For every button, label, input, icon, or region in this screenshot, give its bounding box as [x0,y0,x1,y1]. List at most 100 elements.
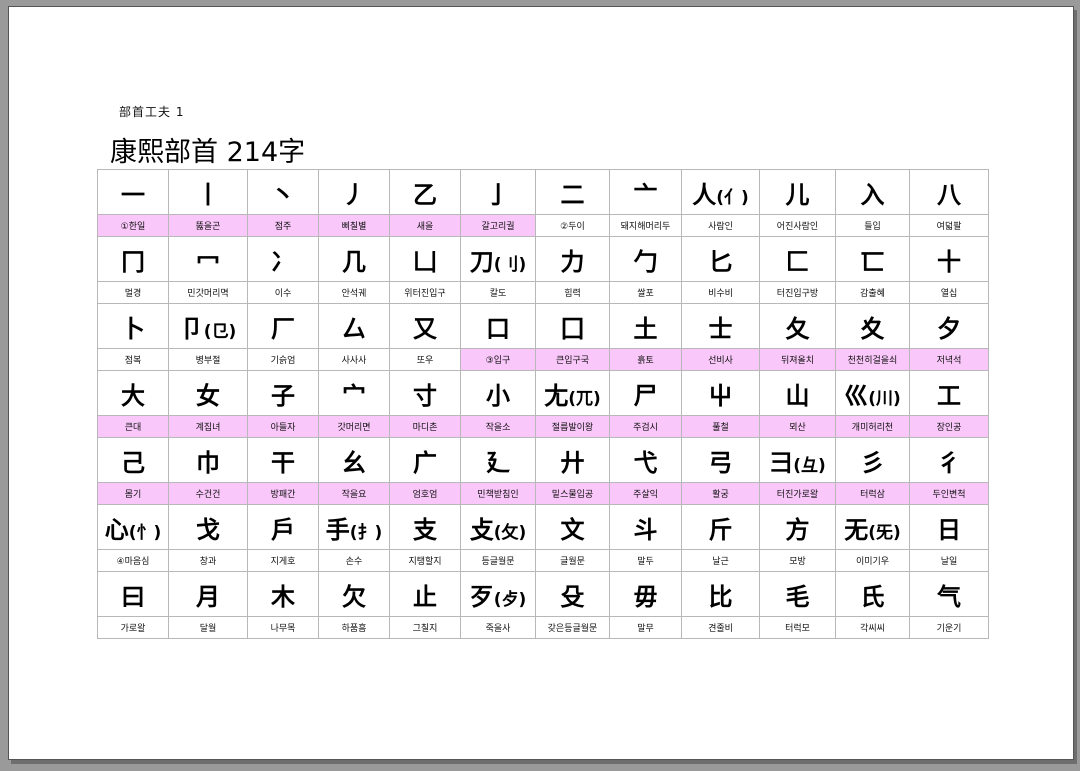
radical-char: 厂 [271,314,295,343]
radical-name: 주검시 [609,415,682,438]
radical-char: 戈 [196,515,220,544]
radical-char: 彡 [860,448,885,477]
radical-cell: 屮 [681,370,760,416]
radical-char: 广 [413,448,437,477]
page-title: 康熙部首 214字 [110,137,306,168]
radical-name-row: 점복 병부절 기슭엄 사사사 또우 ③입구 큰입구국 흙토 선비사 뒤져올치 천천히걸을쇠 저녁석 [97,348,989,371]
radical-name: 두인변척 [909,482,989,505]
radical-name: 작을소 [460,415,536,438]
radical-cell: 斗 [609,504,682,550]
radical-cell: 广 [389,437,461,483]
radical-cell: 厂 [247,303,319,349]
radical-cell: 卜 [97,303,169,349]
radical-name: 비수비 [681,281,760,304]
radical-name: 이미기우 [835,549,910,572]
radical-char: 殳 [560,582,585,611]
radical-name: 손수 [318,549,390,572]
radical-name: 점복 [97,348,169,371]
radical-name: 뒤져올치 [759,348,836,371]
radical-name: 달월 [168,616,248,639]
radical-char-row: 大女子宀寸小尢(兀) 尸屮山巛(川) 工 [97,370,989,416]
radical-cell: 攴(攵) [460,504,536,550]
radical-name: 사람인 [681,214,760,237]
radical-cell: 大 [97,370,169,416]
radical-cell: 夕 [909,303,989,349]
radical-cell: 工 [909,370,989,416]
radical-variant: (攵) [493,522,527,543]
radical-name: 새을 [389,214,461,237]
radical-variant: (川) [868,388,901,409]
radical-char: 厶 [342,314,366,343]
radical-char: 一 [121,180,145,209]
radical-name: 마디촌 [389,415,461,438]
radical-char: 无 [844,515,869,544]
radical-cell: 殳 [535,571,610,617]
radical-char: 匚 [785,247,810,276]
radical-cell: 己 [97,437,169,483]
radical-cell: 亠 [609,169,682,215]
radical-char: 小 [486,381,510,410]
radical-char: 幺 [342,448,366,477]
radical-name: 절름발이왕 [535,415,610,438]
radical-cell: 比 [681,571,760,617]
radical-cell: 木 [247,571,319,617]
radical-char: 攴 [469,515,494,544]
radical-variant: (亻) [716,187,749,208]
radical-name: 창과 [168,549,248,572]
radical-char: 二 [560,180,585,209]
radical-name: 밑스물입공 [535,482,610,505]
radical-variant: (歺) [493,589,527,610]
radical-char: 女 [196,381,220,410]
radical-name: 개미허리천 [835,415,910,438]
radical-char: 心 [104,515,129,544]
radical-variant: (彑) [793,455,826,476]
radical-char: 亅 [486,180,510,209]
radical-char: 匕 [708,247,733,276]
radical-cell: 丨 [168,169,248,215]
radical-cell: 巛(川) [835,370,910,416]
radical-name: 감출혜 [835,281,910,304]
radical-char: 囗 [560,314,585,343]
radical-char: 氏 [860,582,885,611]
radical-cell: 毛 [759,571,836,617]
radical-cell: 乙 [389,169,461,215]
radical-char: 亠 [633,180,658,209]
radical-char-row: 心(忄) 戈戶手(扌) 支攴(攵) 文斗斤方无(旡) 日 [97,504,989,550]
radical-cell: 冂 [97,236,169,282]
radical-name: 칼도 [460,281,536,304]
radical-cell: 彡 [835,437,910,483]
radical-char: 毛 [785,582,810,611]
radical-char: 刀 [469,247,494,276]
radical-cell: 尸 [609,370,682,416]
radical-cell: 宀 [318,370,390,416]
radical-char: 文 [560,515,585,544]
radical-name: 민책받침인 [460,482,536,505]
radical-char: 士 [708,314,733,343]
radical-char: 冫 [271,247,295,276]
radical-name-row: 가로왈 달월 나무목 하품흠 그칠지 죽을사 갖은등글월문 말무 견줄비 터럭모 각씨씨 기운기 [97,616,989,639]
radical-name: 그칠지 [389,616,461,639]
radical-cell: 小 [460,370,536,416]
radical-name: 갓머리면 [318,415,390,438]
radical-name: 민갓머리멱 [168,281,248,304]
radical-name: 여덟팔 [909,214,989,237]
radical-char: 儿 [785,180,810,209]
radical-char: 干 [271,448,295,477]
radical-name: 삐칠별 [318,214,390,237]
radical-char: 曰 [121,582,145,611]
radical-char: 子 [271,381,295,410]
radical-char: 毋 [633,582,658,611]
radical-char: 己 [121,448,145,477]
page-subtitle: 部首工夫 1 [119,105,185,119]
radical-char: 勹 [633,247,658,276]
radical-char: 止 [413,582,437,611]
radical-cell: 夊 [835,303,910,349]
radical-char: 支 [413,515,437,544]
radical-cell: 儿 [759,169,836,215]
radical-cell: 匸 [835,236,910,282]
radical-name: 또우 [389,348,461,371]
radical-name: 가로왈 [97,616,169,639]
radical-char: 丶 [271,180,295,209]
radical-char: 比 [708,582,733,611]
radical-name: 활궁 [681,482,760,505]
